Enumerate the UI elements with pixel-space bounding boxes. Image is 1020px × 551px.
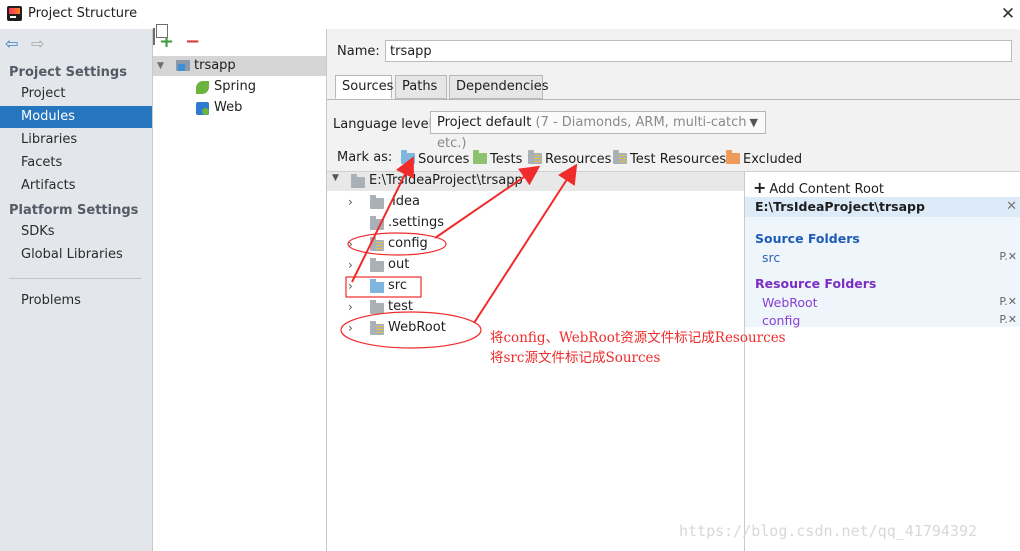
- spring-icon: [196, 81, 209, 94]
- language-level-value: Project default: [437, 115, 532, 130]
- folder-label: out: [388, 257, 410, 272]
- chevron-right-icon[interactable]: ›: [348, 234, 353, 254]
- sidebar-item-facets[interactable]: Facets: [0, 152, 152, 174]
- annotation-line-1: 将config、WebRoot资源文件标记成Resources: [490, 330, 786, 346]
- sources-folder-icon: [401, 150, 415, 164]
- web-icon: [196, 102, 209, 115]
- copy-module-icon[interactable]: [153, 28, 155, 45]
- remove-root-icon[interactable]: ✕: [1006, 197, 1017, 217]
- sidebar-item-modules[interactable]: Modules: [0, 106, 152, 128]
- tab-paths[interactable]: Paths: [395, 75, 447, 99]
- folder-label: config: [388, 236, 428, 251]
- module-icon: [176, 60, 190, 71]
- source-folders-heading: Source Folders: [755, 231, 860, 246]
- chevron-right-icon[interactable]: ›: [348, 276, 353, 296]
- language-level-label: Language level:: [333, 117, 437, 132]
- chevron-right-icon[interactable]: ›: [348, 318, 353, 338]
- module-name-input[interactable]: [385, 40, 1012, 62]
- module-tree-panel: + − ▼ trsapp Spring Web: [153, 28, 327, 551]
- forward-arrow-icon[interactable]: ⇨: [31, 34, 44, 53]
- plus-icon: +: [753, 178, 767, 197]
- folder-label: test: [388, 299, 413, 314]
- tab-sources[interactable]: Sources: [335, 75, 393, 99]
- content-root-row[interactable]: ▼ E:\TrsIdeaProject\trsapp: [327, 172, 744, 191]
- sidebar-divider: [9, 278, 141, 279]
- resources-folder-icon: [528, 150, 542, 164]
- sidebar-item-project[interactable]: Project: [0, 83, 152, 105]
- folder-icon: [370, 300, 384, 314]
- resources-folder-icon: [370, 237, 384, 251]
- settings-sidebar: ⇦ ⇨ Project Settings Project Modules Lib…: [0, 29, 153, 551]
- project-settings-heading: Project Settings: [9, 65, 127, 80]
- mark-as-test-resources-button[interactable]: Test Resources: [613, 150, 726, 168]
- folder-label: src: [388, 278, 407, 293]
- close-window-button[interactable]: ✕: [997, 3, 1019, 25]
- chevron-right-icon[interactable]: ›: [348, 255, 353, 275]
- platform-settings-heading: Platform Settings: [9, 203, 139, 218]
- module-row-trsapp[interactable]: ▼ trsapp: [153, 56, 326, 76]
- sidebar-item-global-libraries[interactable]: Global Libraries: [0, 244, 152, 266]
- resource-folders-heading: Resource Folders: [755, 276, 877, 291]
- folder-properties-remove-icon[interactable]: P.✕: [999, 250, 1017, 263]
- folder-icon: [370, 216, 384, 230]
- intellij-app-icon: [7, 6, 22, 21]
- facet-label: Web: [214, 100, 243, 115]
- content-root-path-header: E:\TrsIdeaProject\trsapp ✕: [745, 197, 1020, 217]
- folder-icon: [351, 174, 365, 188]
- excluded-folder-icon: [726, 150, 740, 164]
- folder-properties-remove-icon[interactable]: P.✕: [999, 295, 1017, 308]
- remove-module-icon[interactable]: −: [185, 32, 200, 52]
- mark-as-sources-button[interactable]: Sources: [401, 150, 469, 168]
- language-level-dropdown[interactable]: Project default (7 - Diamonds, ARM, mult…: [430, 111, 766, 151]
- expand-arrow-icon[interactable]: ▼: [332, 173, 339, 183]
- folder-label: WebRoot: [388, 320, 446, 335]
- source-folder-item: src: [762, 250, 781, 265]
- mark-as-resources-button[interactable]: Resources: [528, 150, 611, 168]
- module-settings-panel: Name: Sources Paths Dependencies Languag…: [327, 29, 1020, 551]
- source-folder-icon: [370, 279, 384, 293]
- content-root-details: E:\TrsIdeaProject\trsapp ✕ Source Folder…: [745, 197, 1020, 328]
- sidebar-item-libraries[interactable]: Libraries: [0, 129, 152, 151]
- folder-label: .settings: [388, 215, 444, 230]
- sidebar-item-artifacts[interactable]: Artifacts: [0, 175, 152, 197]
- chevron-down-icon: ▼: [749, 116, 758, 129]
- resources-folder-icon: [370, 321, 384, 335]
- expand-arrow-icon[interactable]: ▼: [157, 56, 164, 76]
- sidebar-item-problems[interactable]: Problems: [0, 290, 152, 312]
- folder-properties-remove-icon[interactable]: P.✕: [999, 313, 1017, 326]
- tab-dependencies[interactable]: Dependencies: [449, 75, 549, 99]
- chevron-right-icon[interactable]: ›: [348, 192, 353, 212]
- annotation-line-2: 将src源文件标记成Sources: [490, 350, 661, 366]
- mark-as-excluded-button[interactable]: Excluded: [726, 150, 802, 168]
- folder-icon: [370, 195, 384, 209]
- watermark-text: https://blog.csdn.net/qq_41794392: [679, 522, 978, 540]
- resource-folder-item: WebRoot: [762, 295, 818, 310]
- add-content-root-button[interactable]: + Add Content Root: [753, 178, 884, 197]
- window-title: Project Structure: [28, 6, 138, 21]
- content-root-path: E:\TrsIdeaProject\trsapp: [369, 173, 523, 188]
- title-bar: Project Structure ✕: [0, 0, 1020, 29]
- mark-as-label: Mark as:: [337, 150, 393, 165]
- chevron-right-icon[interactable]: ›: [348, 297, 353, 317]
- test-resources-folder-icon: [613, 150, 627, 164]
- tab-divider: [327, 99, 1020, 100]
- sidebar-item-sdks[interactable]: SDKs: [0, 221, 152, 243]
- back-arrow-icon[interactable]: ⇦: [5, 34, 18, 53]
- name-label: Name:: [337, 44, 380, 59]
- content-root-pane: + Add Content Root E:\TrsIdeaProject\trsa…: [744, 171, 1020, 551]
- mark-as-tests-button[interactable]: Tests: [473, 150, 522, 168]
- facet-label: Spring: [214, 79, 256, 94]
- folder-label: .idea: [388, 194, 420, 209]
- folder-icon: [370, 258, 384, 272]
- module-label: trsapp: [194, 58, 236, 73]
- tests-folder-icon: [473, 150, 487, 164]
